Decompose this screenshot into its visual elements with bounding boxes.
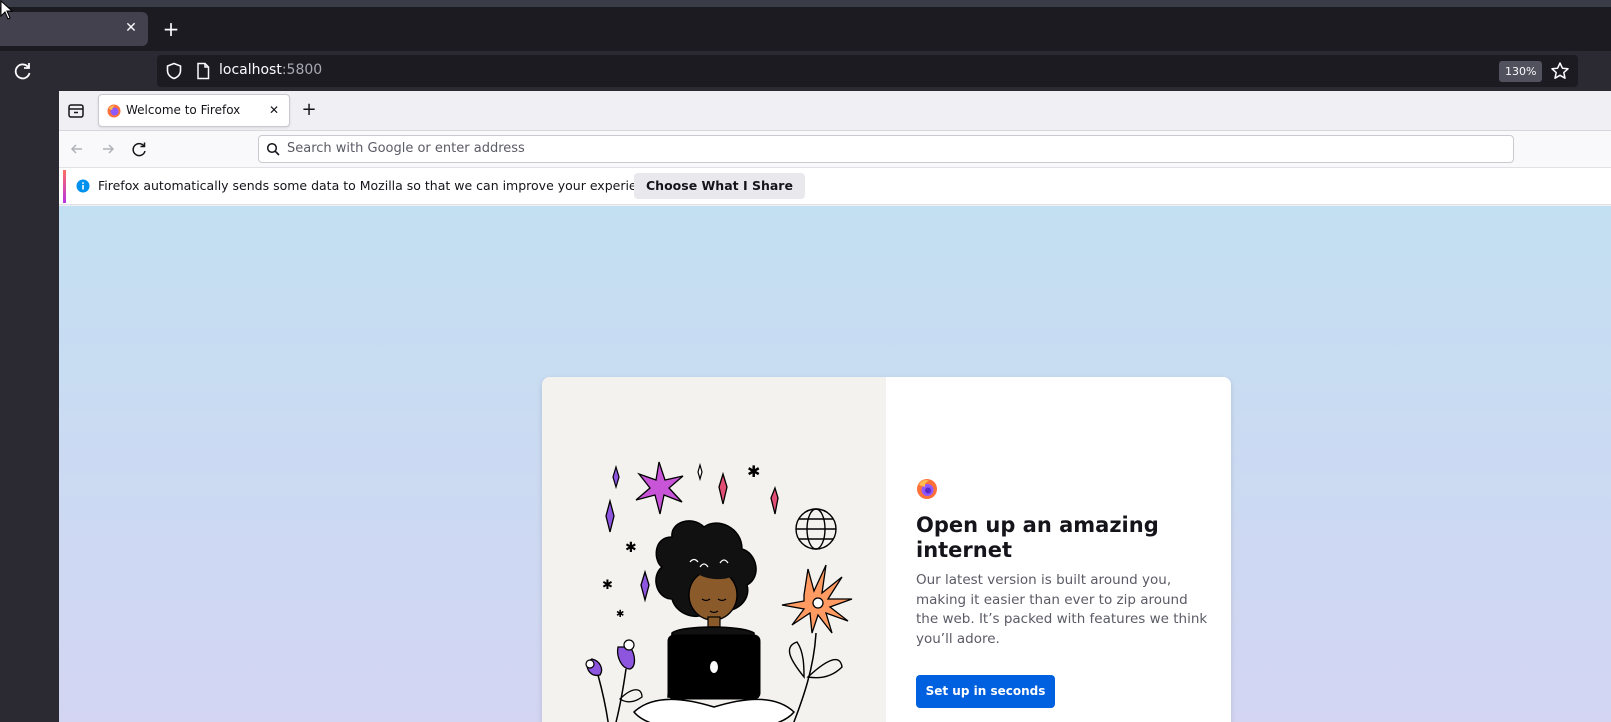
sparkle-3 xyxy=(718,471,728,505)
sparkle-5 xyxy=(605,498,615,533)
asterisk-4: ✱ xyxy=(616,609,624,620)
setup-button[interactable]: Set up in seconds xyxy=(916,675,1055,708)
info-icon xyxy=(76,179,90,193)
forward-icon[interactable] xyxy=(98,139,118,159)
url-host: localhost xyxy=(219,62,282,78)
inner-tab-strip: Welcome to Firefox ✕ + xyxy=(59,91,1611,131)
asterisk-3: ✱ xyxy=(602,578,613,593)
inner-tab-close-button[interactable]: ✕ xyxy=(266,102,282,118)
asterisk-2: ✱ xyxy=(625,540,637,556)
inner-nav-bar: Search with Google or enter address xyxy=(59,131,1611,168)
search-icon xyxy=(266,142,280,156)
sparkle-4 xyxy=(770,486,779,515)
outer-nav-bar: localhost:5800 130% xyxy=(0,51,1611,91)
url-port: :5800 xyxy=(281,62,323,78)
zoom-badge[interactable]: 130% xyxy=(1499,61,1543,82)
mouse-cursor-icon xyxy=(0,0,14,20)
welcome-illustration-panel: ✱ ✱ ✱ ✱ xyxy=(542,377,886,722)
outer-tab-close-button[interactable]: ✕ xyxy=(122,19,140,37)
outer-tab[interactable]: ✕ xyxy=(0,12,148,46)
welcome-text-panel: Open up an amazing internet Our latest v… xyxy=(886,377,1231,722)
data-collection-notification: Firefox automatically sends some data to… xyxy=(59,168,1611,205)
inner-tab-welcome[interactable]: Welcome to Firefox ✕ xyxy=(98,94,290,127)
window-titlebar xyxy=(0,0,1611,7)
reload-icon[interactable] xyxy=(129,139,149,159)
firefox-logo xyxy=(917,479,937,499)
sparkle-1 xyxy=(612,464,620,490)
welcome-card: ✱ ✱ ✱ ✱ Open up an amazing internet Our … xyxy=(542,377,1231,722)
asterisk-1: ✱ xyxy=(747,462,760,481)
inner-search-input[interactable]: Search with Google or enter address xyxy=(258,135,1514,163)
sparkle-6 xyxy=(640,569,650,603)
remote-browser-viewport: Welcome to Firefox ✕ + Search with Googl… xyxy=(59,91,1611,722)
orange-flower xyxy=(781,564,853,722)
notification-accent-stripe xyxy=(63,170,66,203)
welcome-description: Our latest version is built around you, … xyxy=(916,572,1208,647)
search-placeholder: Search with Google or enter address xyxy=(287,141,525,156)
outer-tab-strip: ✕ + xyxy=(0,7,1611,51)
choose-what-i-share-button[interactable]: Choose What I Share xyxy=(634,173,805,199)
back-icon[interactable] xyxy=(67,139,87,159)
sidebar-icon[interactable] xyxy=(65,100,87,122)
outer-url-bar[interactable]: localhost:5800 130% xyxy=(157,55,1578,87)
sidebar-gutter xyxy=(0,91,59,722)
welcome-page: ✱ ✱ ✱ ✱ Open up an amazing internet Our … xyxy=(59,206,1611,722)
inner-tab-title: Welcome to Firefox xyxy=(126,103,241,117)
sparkle-2 xyxy=(697,462,703,482)
page-icon[interactable] xyxy=(195,62,211,80)
notification-message: Firefox automatically sends some data to… xyxy=(98,178,664,193)
person-with-laptop xyxy=(632,520,796,722)
star-icon[interactable] xyxy=(1550,61,1570,81)
welcome-illustration: ✱ ✱ ✱ ✱ xyxy=(585,461,853,722)
outer-new-tab-button[interactable]: + xyxy=(160,19,182,41)
firefox-favicon xyxy=(107,104,121,118)
sparkle-star-large xyxy=(635,461,684,515)
purple-flowers xyxy=(585,639,643,722)
welcome-headline: Open up an amazing internet xyxy=(916,513,1159,562)
inner-new-tab-button[interactable]: + xyxy=(299,100,319,120)
shield-icon[interactable] xyxy=(165,62,183,80)
url-text: localhost:5800 xyxy=(219,62,322,78)
reload-icon[interactable] xyxy=(12,60,34,82)
globe-doodle xyxy=(795,508,837,550)
